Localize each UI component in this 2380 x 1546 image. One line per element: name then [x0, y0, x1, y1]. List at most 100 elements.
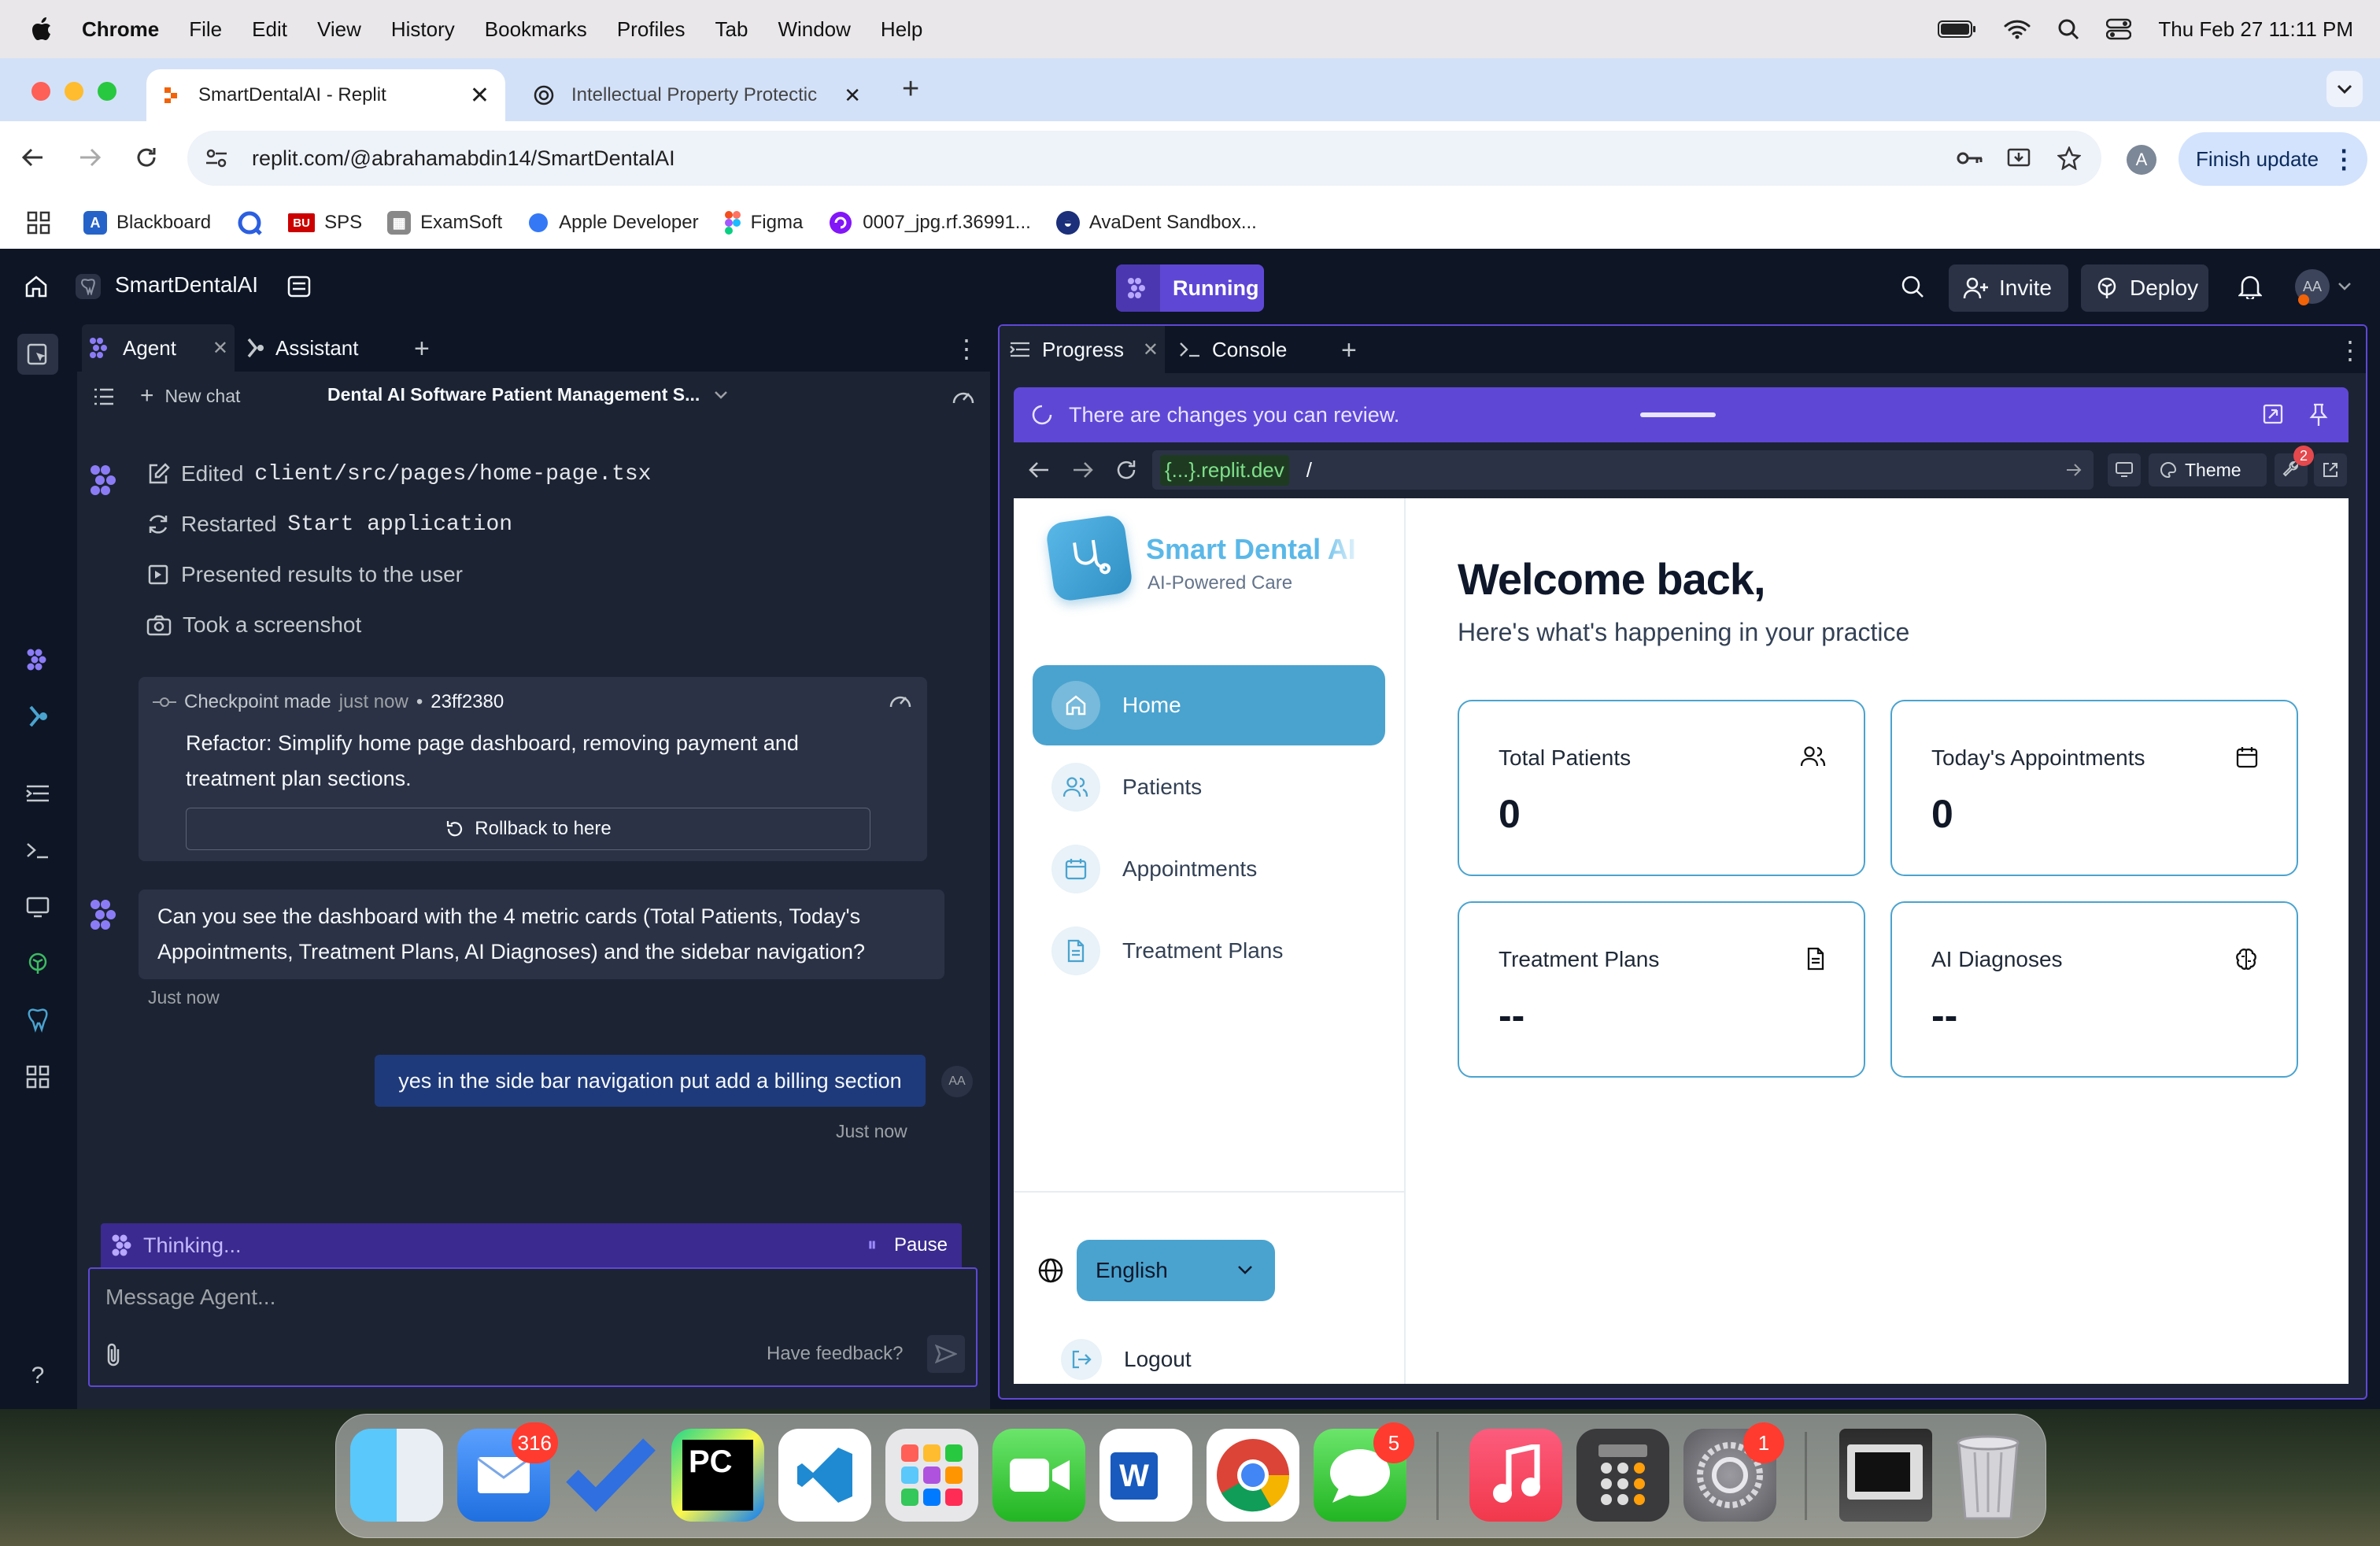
deploy-button[interactable]: Deploy	[2081, 264, 2208, 312]
menu-app-name[interactable]: Chrome	[82, 17, 159, 42]
menu-profiles[interactable]: Profiles	[617, 17, 686, 42]
apps-grid-icon[interactable]	[27, 211, 50, 235]
menu-view[interactable]: View	[317, 17, 361, 42]
open-new-window-icon[interactable]	[2314, 453, 2347, 486]
drag-handle[interactable]	[1640, 412, 1716, 417]
nav-treatment-plans[interactable]: Treatment Plans	[1033, 911, 1385, 991]
deployments-rail-icon[interactable]	[20, 946, 55, 981]
menu-help[interactable]: Help	[881, 17, 922, 42]
pane-menu-icon[interactable]: ⋮	[2338, 335, 2363, 365]
device-preview-icon[interactable]	[2108, 453, 2141, 486]
messages-icon[interactable]: 5	[1314, 1422, 1414, 1522]
console-rail-icon[interactable]	[20, 833, 55, 867]
tab-console[interactable]: Console	[1173, 326, 1322, 373]
bookmark-blackboard[interactable]: A Blackboard	[83, 211, 211, 235]
speed-gauge-icon[interactable]	[951, 386, 976, 406]
back-icon[interactable]	[20, 145, 46, 170]
nav-patients[interactable]: Patients	[1033, 747, 1385, 827]
database-rail-icon[interactable]	[20, 1003, 55, 1037]
control-center-icon[interactable]	[2106, 18, 2132, 40]
bookmark-figma[interactable]: Figma	[724, 210, 803, 235]
preview-forward-icon[interactable]	[1072, 460, 1094, 480]
expand-icon[interactable]	[2262, 403, 2284, 425]
close-tab-icon[interactable]: ✕	[470, 82, 490, 109]
agent-rail-icon[interactable]	[20, 642, 55, 677]
add-tab-icon[interactable]: +	[1341, 335, 1357, 366]
wifi-icon[interactable]	[2004, 19, 2031, 39]
metric-card-ai-diagnoses[interactable]: AI Diagnoses --	[1890, 901, 2298, 1078]
project-name[interactable]: SmartDentalAI	[115, 272, 258, 298]
mail-icon[interactable]: 316	[457, 1422, 558, 1522]
reload-icon[interactable]	[134, 145, 159, 170]
bookmark-star-icon[interactable]	[2057, 146, 2081, 170]
action-edited[interactable]: Edited client/src/pages/home-page.tsx	[146, 461, 652, 486]
pause-button[interactable]: ⏸ Pause	[867, 1234, 948, 1256]
send-icon[interactable]	[927, 1335, 965, 1373]
message-input-box[interactable]: Message Agent... Have feedback?	[88, 1267, 978, 1387]
bookmark-avadent[interactable]: ◒ AvaDent Sandbox...	[1055, 211, 1257, 235]
close-tab-icon[interactable]: ✕	[213, 337, 228, 360]
bookmark-roboflow[interactable]: 0007_jpg.rf.36991...	[828, 210, 1031, 235]
pane-menu-icon[interactable]: ⋮	[954, 334, 979, 364]
theme-button[interactable]: Theme	[2149, 453, 2267, 486]
all-tools-grid-icon[interactable]	[20, 1060, 55, 1094]
bookmark-sps[interactable]: BU SPS	[288, 212, 362, 234]
home-icon[interactable]	[24, 274, 49, 299]
review-changes-banner[interactable]: There are changes you can review.	[1014, 387, 2349, 442]
apple-icon[interactable]	[31, 17, 52, 41]
run-status-button[interactable]: Running	[1116, 264, 1264, 312]
action-screenshot[interactable]: Took a screenshot	[146, 612, 361, 638]
preview-url-field[interactable]: {...}.replit.dev /	[1152, 450, 2094, 490]
menu-history[interactable]: History	[391, 17, 455, 42]
launchpad-icon[interactable]	[885, 1429, 978, 1522]
file-tree-icon[interactable]	[17, 334, 58, 375]
invite-button[interactable]: Invite	[1949, 264, 2068, 312]
system-settings-icon[interactable]: 1	[1683, 1422, 1784, 1522]
metric-card-treatment-plans[interactable]: Treatment Plans --	[1458, 901, 1865, 1078]
checkpoint-gauge-icon[interactable]	[888, 690, 913, 710]
assistant-rail-icon[interactable]	[20, 699, 55, 734]
menu-edit[interactable]: Edit	[252, 17, 287, 42]
zoom-window-button[interactable]	[98, 82, 116, 101]
trash-icon[interactable]	[1942, 1429, 2034, 1522]
chrome-icon[interactable]	[1207, 1429, 1299, 1522]
notifications-bell-icon[interactable]	[2238, 274, 2262, 299]
preview-reload-icon[interactable]	[1114, 458, 1138, 482]
browser-tab-chatgpt[interactable]: Intellectual Property Protectic ✕	[519, 69, 881, 121]
go-arrow-icon[interactable]	[2065, 463, 2082, 477]
preview-back-icon[interactable]	[1028, 460, 1050, 480]
tasks-check-icon[interactable]	[564, 1429, 657, 1522]
message-input-placeholder[interactable]: Message Agent...	[105, 1285, 275, 1310]
spotlight-icon[interactable]	[2057, 18, 2079, 40]
battery-icon[interactable]	[1938, 20, 1977, 39]
tab-search-chevron-icon[interactable]	[2326, 71, 2363, 107]
attach-paperclip-icon[interactable]	[104, 1341, 124, 1368]
bookmark-q[interactable]	[236, 209, 263, 236]
profile-avatar[interactable]: A	[2127, 145, 2156, 175]
bookmark-apple-developer[interactable]: Apple Developer	[527, 212, 699, 234]
menu-file[interactable]: File	[189, 17, 222, 42]
nav-appointments[interactable]: Appointments	[1033, 829, 1385, 909]
metric-card-todays-appointments[interactable]: Today's Appointments 0	[1890, 700, 2298, 876]
add-tab-icon[interactable]: +	[414, 334, 430, 364]
menu-tab[interactable]: Tab	[715, 17, 748, 42]
tab-agent[interactable]: Agent ✕	[82, 324, 235, 372]
project-info-icon[interactable]	[286, 274, 312, 299]
word-icon[interactable]: W	[1099, 1429, 1192, 1522]
webview-rail-icon[interactable]	[20, 890, 55, 924]
action-presented[interactable]: Presented results to the user	[146, 562, 463, 587]
close-tab-icon[interactable]: ✕	[844, 83, 861, 108]
avatar-chevron-down-icon[interactable]	[2338, 282, 2352, 291]
install-app-icon[interactable]	[2007, 146, 2032, 170]
chat-title-dropdown[interactable]: Dental AI Software Patient Management S.…	[327, 384, 728, 405]
nav-home[interactable]: Home	[1033, 665, 1385, 745]
menu-window[interactable]: Window	[778, 17, 850, 42]
downloads-stack-icon[interactable]	[1839, 1429, 1932, 1522]
more-menu-icon[interactable]: ⋮	[2331, 144, 2356, 174]
site-info-icon[interactable]	[205, 148, 228, 168]
search-icon[interactable]	[1900, 274, 1925, 299]
pin-icon[interactable]	[2309, 403, 2328, 427]
vscode-icon[interactable]	[778, 1429, 871, 1522]
calculator-icon[interactable]	[1576, 1429, 1669, 1522]
logout-button[interactable]: Logout	[1061, 1339, 1192, 1380]
